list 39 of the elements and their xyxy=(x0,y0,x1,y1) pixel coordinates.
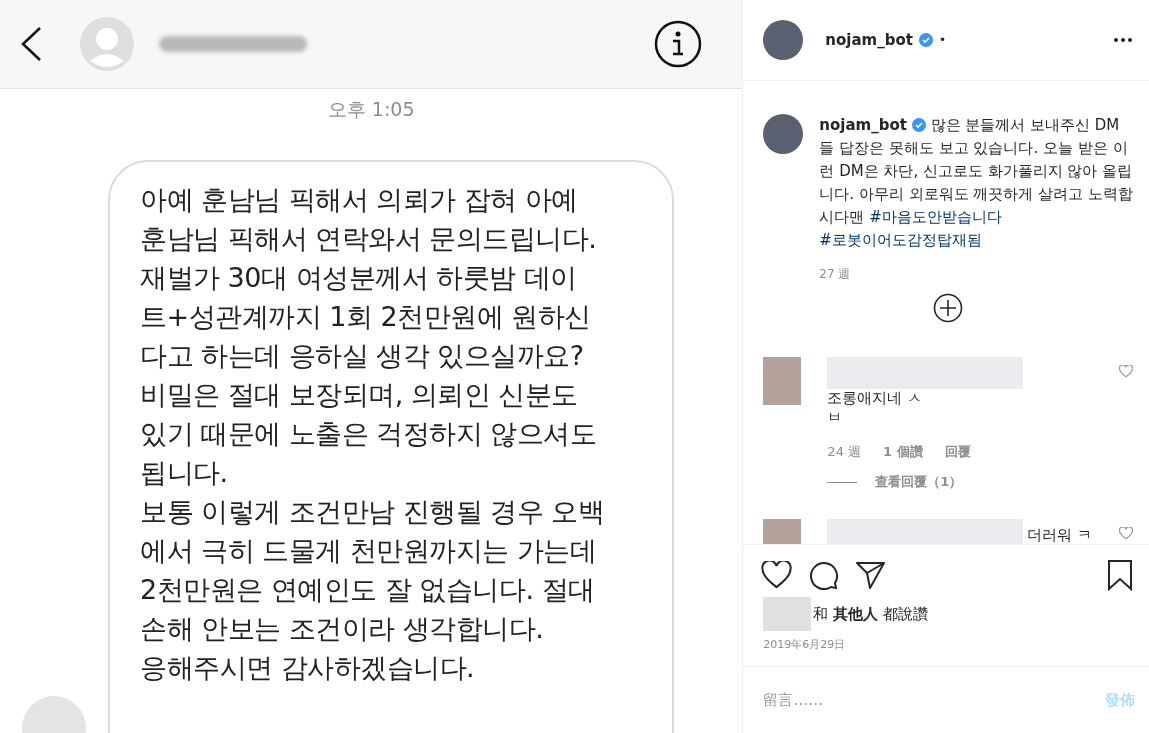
message-time: 오후 1:05 xyxy=(326,97,416,122)
likes-text: 和 其他人 都說讚 xyxy=(813,604,928,624)
avatar-photo[interactable] xyxy=(763,20,804,60)
avatar-photo[interactable] xyxy=(763,114,804,154)
message-line: 보통 이렇게 조건만남 진행될 경우 오백 xyxy=(140,495,606,529)
separator-dot: • xyxy=(938,33,947,47)
message-line: 2천만원은 연예인도 잘 없습니다. 절대 xyxy=(140,573,596,607)
load-more-icon[interactable] xyxy=(933,293,964,323)
avatar-silhouette-icon xyxy=(80,17,134,71)
blurred-avatar xyxy=(763,597,812,631)
comment-text: 조롱애지네 ㅅㅂ xyxy=(827,389,924,427)
post-date: 2019年6月29日 xyxy=(762,637,847,653)
blurred-avatar xyxy=(763,357,802,405)
message-line: 있기 때문에 노출은 걱정하지 않으셔도 xyxy=(140,417,598,451)
comment-text: 더러워 ㅋ xyxy=(1027,525,1093,544)
username-link[interactable]: nojam_bot xyxy=(825,31,913,49)
message-line: 됩니다. xyxy=(140,456,229,490)
message-line: 비밀은 절대 보장되며, 의뢰인 신분도 xyxy=(140,378,579,412)
message-line: 재벌가 30대 여성분께서 하룻밤 데이 xyxy=(140,261,578,295)
message-line: 응해주시면 감사하겠습니다. xyxy=(140,651,476,685)
back-icon xyxy=(20,26,42,62)
hashtag-link[interactable]: #마음도안받습니다 xyxy=(869,208,1002,226)
message-line: 아예 훈남님 픽해서 의뢰가 잡혀 아예 xyxy=(140,183,579,217)
info-icon xyxy=(654,20,703,68)
message-line: 에서 극히 드물게 천만원까지는 가는데 xyxy=(140,534,598,568)
comment-icon[interactable] xyxy=(808,560,840,590)
caption-text: nojam_bot 많은 분들께서 보내주신 DM들 답장은 못해도 보고 있습니다. 오늘 받은 이런 DM은 차단, 신고로도 화가풀리지 않아 올립니다. 아무리 외로워도 깨끗하게 살려고 노력합시다맨 #마음도안받습니다 #로봇이어도감정탑재됨 xyxy=(819,115,1133,251)
more-options-icon[interactable] xyxy=(1113,37,1133,43)
message-line: 트+성관계까지 1회 2천만원에 원하신 xyxy=(140,300,592,334)
username-link[interactable]: nojam_bot xyxy=(819,116,907,134)
message-line: 훈남님 픽해서 연락와서 문의드립니다. xyxy=(140,222,598,256)
post-age: 27 週 xyxy=(819,266,852,283)
send-icon[interactable] xyxy=(855,560,887,590)
heart-icon[interactable] xyxy=(761,561,793,589)
comment-age: 24 週 xyxy=(827,443,862,461)
message-line: 손해 안보는 조건이라 생각합니다. xyxy=(140,612,545,646)
message-line: 다고 하는데 응하실 생각 있으실까요? xyxy=(140,339,585,373)
hashtag-link[interactable]: #로봇이어도감정탑재됨 xyxy=(819,231,982,249)
bookmark-icon[interactable] xyxy=(1107,559,1133,591)
